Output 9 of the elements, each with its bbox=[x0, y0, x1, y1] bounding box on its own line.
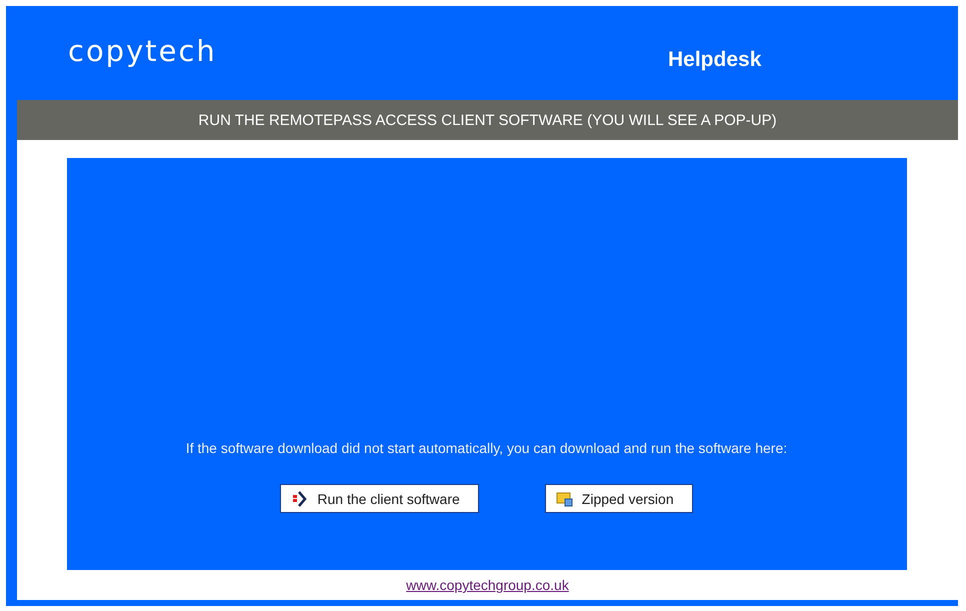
download-button[interactable]: Zipped version bbox=[544, 484, 693, 513]
arrow-icon bbox=[291, 490, 310, 508]
website-link[interactable]: www.copytechgroup.co.uk bbox=[406, 577, 569, 593]
banner: RUN THE REMOTEPASS ACCESS CLIENT SOFTWARE (YOU WILL SEE A POP-UP) bbox=[17, 100, 958, 140]
download-button[interactable]: Run the client software bbox=[280, 484, 479, 513]
instruction-text: If the software download did not start automatically, you can download and run the software here: bbox=[186, 440, 788, 456]
folder-icon bbox=[556, 490, 574, 508]
page-title: Helpdesk bbox=[668, 48, 762, 72]
logo: copytech bbox=[68, 34, 217, 68]
